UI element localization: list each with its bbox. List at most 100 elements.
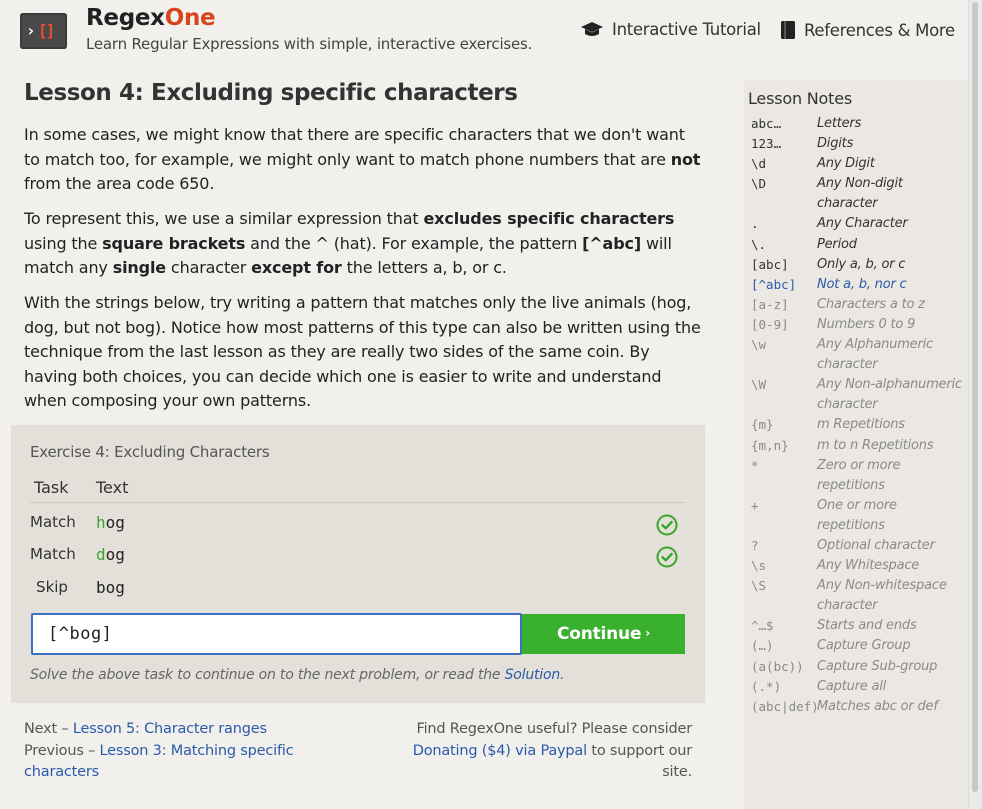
lesson-notes-list: abc… Letters 123… Digits \d Any Digit \D Any No… — [751, 114, 967, 717]
note-key: \s — [751, 558, 767, 574]
p2-text: character — [166, 258, 252, 277]
hint-text: Solve the above task to continue on to t… — [30, 667, 505, 683]
p2-bold: except for — [251, 258, 342, 277]
p2-bold: single — [112, 258, 166, 277]
lesson-note-item: (abc|def) Matches abc or def — [751, 697, 967, 717]
brand-one: One — [164, 5, 216, 31]
lesson-note-item: + One or more repetitions — [751, 496, 967, 536]
page-scrollbar[interactable] — [968, 0, 982, 809]
note-key: [a-z] — [751, 296, 789, 312]
nav-interactive-tutorial[interactable]: Interactive Tutorial — [580, 20, 761, 39]
regex-input[interactable] — [33, 615, 520, 653]
note-description: Not a, b, nor c — [817, 276, 907, 292]
brand-regex: Regex — [86, 5, 165, 31]
exercise-panel: Exercise 4: Excluding Characters Task Te… — [11, 425, 705, 703]
note-description: One or more repetitions — [817, 497, 897, 533]
note-key: . — [751, 216, 759, 232]
lesson-note-item: \D Any Non-digit character — [751, 174, 967, 214]
scrollbar-thumb[interactable] — [972, 2, 978, 792]
note-key: \. — [751, 236, 767, 252]
donate-text: Find RegexOne useful? Please consider — [416, 721, 692, 737]
regex-input-wrapper — [31, 613, 522, 655]
donate-link[interactable]: Donating ($4) via Paypal — [413, 743, 587, 759]
note-key: * — [751, 457, 759, 473]
note-description: Matches abc or def — [817, 698, 938, 714]
note-key: ^…$ — [751, 618, 774, 634]
exercise-row: Skip bog — [30, 576, 686, 606]
note-key: abc… — [751, 116, 782, 131]
row-text-rest: og — [105, 545, 125, 564]
regexone-logo[interactable]: › [] — [20, 13, 67, 49]
site-header: › [] RegexOne Learn Regular Expressions … — [0, 0, 968, 62]
note-description: Any Non-alphanumeric character — [817, 377, 962, 413]
logo-chevron: › — [26, 21, 36, 40]
note-description: Digits — [817, 136, 854, 152]
lesson-notes-sidebar: Lesson Notes abc… Letters 123… Digits \d Any … — [744, 80, 968, 809]
note-description: Zero or more repetitions — [817, 457, 901, 493]
lesson-note-item: \d Any Digit — [751, 154, 967, 174]
note-key: [abc] — [751, 256, 789, 272]
exercise-row: Match hog — [30, 511, 686, 541]
p2-bold: excludes specific characters — [423, 209, 675, 228]
lesson-note-item: \w Any Alphanumeric character — [751, 335, 967, 375]
note-description: Capture all — [817, 678, 887, 694]
lesson-note-item: (.*) Capture all — [751, 677, 967, 697]
lesson-navigation: Next – Lesson 5: Character ranges Previo… — [24, 719, 324, 784]
p1-bold-not: not — [670, 149, 701, 169]
previous-label: Previous – — [24, 742, 100, 759]
check-circle-icon — [656, 546, 678, 568]
note-key: \D — [751, 176, 767, 192]
note-description: Only a, b, or c — [817, 256, 906, 272]
row-text: dog — [96, 545, 125, 564]
p2-bold: square brackets — [102, 233, 246, 253]
p1-text-end: from the area code 650. — [24, 174, 215, 193]
donate-suffix: to support our site. — [586, 742, 692, 781]
next-lesson-link[interactable]: Lesson 5: Character ranges — [73, 721, 267, 737]
note-key: \w — [751, 337, 767, 353]
note-key: (…) — [751, 638, 774, 654]
note-description: Capture Sub-group — [817, 658, 938, 674]
note-key: + — [751, 497, 759, 513]
p2-text: the letters a, b, or c. — [341, 258, 507, 277]
note-key: {m,n} — [751, 437, 789, 453]
row-text: bog — [96, 578, 125, 597]
note-description: m to n Repetitions — [817, 437, 934, 453]
row-task: Skip — [36, 578, 68, 596]
note-key: \W — [751, 377, 767, 393]
note-description: Letters — [817, 116, 862, 131]
continue-button[interactable]: Continue › — [522, 614, 685, 654]
continue-label: Continue — [556, 624, 642, 644]
next-lesson: Next – Lesson 5: Character ranges — [24, 719, 324, 741]
note-key: [0-9] — [751, 316, 789, 332]
lesson-paragraph-1: In some cases, we might know that there … — [24, 123, 704, 197]
exercise-table-header: Task Text — [30, 478, 686, 503]
lesson-note-item: [abc] Only a, b, or c — [751, 255, 967, 275]
lesson-note-item: * Zero or more repetitions — [751, 456, 967, 496]
exercise-title: Exercise 4: Excluding Characters — [30, 443, 270, 461]
solution-link[interactable]: Solution — [505, 667, 561, 683]
note-description: Optional character — [817, 537, 935, 553]
match-highlight: d — [96, 545, 106, 564]
note-description: Any Character — [817, 216, 908, 232]
nav-references[interactable]: References & More — [780, 20, 955, 40]
logo-brackets: [] — [38, 21, 55, 40]
lesson-notes-title: Lesson Notes — [748, 89, 852, 108]
p2-text: and the ^ (hat). For example, the patter… — [245, 233, 583, 253]
row-text-rest: bog — [96, 578, 125, 597]
p2-text: using the — [24, 233, 103, 253]
lesson-paragraph-3: With the strings below, try writing a pa… — [24, 293, 701, 410]
note-key: (a(bc)) — [751, 658, 804, 674]
note-description: Any Non-whitespace character — [817, 578, 947, 614]
row-task: Match — [30, 513, 76, 531]
lesson-note-item: \s Any Whitespace — [751, 556, 967, 576]
tagline: Learn Regular Expressions with simple, i… — [86, 35, 533, 53]
match-highlight: h — [96, 513, 106, 532]
column-task: Task — [34, 478, 69, 497]
graduation-cap-icon — [581, 21, 603, 36]
lesson-note-item: (…) Capture Group — [751, 636, 967, 656]
column-text: Text — [96, 478, 129, 497]
lesson-note-item: {m} m Repetitions — [751, 415, 967, 435]
note-key: \S — [751, 578, 767, 594]
brand-name[interactable]: RegexOne — [86, 5, 216, 31]
exercise-hint: Solve the above task to continue on to t… — [30, 667, 565, 683]
